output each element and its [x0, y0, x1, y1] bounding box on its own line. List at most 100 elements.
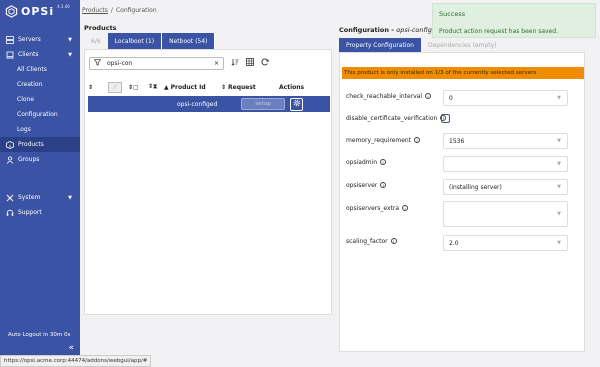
opsiserver-select[interactable]: (installing server) ▼	[443, 179, 568, 195]
breadcrumb-products-link[interactable]: Products	[82, 7, 108, 14]
gear-icon	[293, 99, 301, 109]
tab-localboot[interactable]: Localboot (1)	[107, 33, 163, 49]
property-label-text: memory_requirement	[346, 136, 412, 144]
tab-dependencies[interactable]: Dependencies (empty)	[421, 38, 504, 52]
chevron-down-icon: ▼	[68, 36, 72, 43]
sidebar-item-products[interactable]: Products	[0, 137, 80, 152]
product-id-cell: opsi-configed	[177, 100, 218, 108]
chevron-down-icon: ▼	[557, 138, 561, 144]
sidebar-item-label: Servers	[18, 36, 41, 43]
server-icon	[6, 35, 14, 44]
search-value: opsi-con	[107, 59, 133, 67]
toast-title: Success	[439, 10, 466, 18]
breadcrumb-current: Configuration	[115, 6, 157, 14]
sidebar-subitem-clone[interactable]: Clone	[0, 92, 80, 107]
column-request[interactable]: ⇕ Request	[221, 84, 279, 91]
refresh-icon[interactable]	[261, 58, 269, 68]
sidebar-item-servers[interactable]: Servers ▼	[0, 32, 80, 47]
scaling-factor-select[interactable]: 2.0 ▼	[443, 235, 568, 251]
info-icon[interactable]: i	[402, 205, 409, 211]
sort-icon[interactable]	[231, 58, 239, 68]
configuration-title: Configuration - opsi-configed	[339, 26, 440, 34]
browser-status-url: https://opsi.acme.corp:44474/addons/webg…	[0, 355, 152, 367]
double-chevron-left-icon: «	[68, 343, 74, 353]
action-request-select[interactable]: setup	[241, 98, 285, 110]
property-label-text: scaling_factor	[346, 237, 388, 245]
product-settings-button[interactable]	[290, 97, 303, 111]
property-label-text: opsiadmin	[346, 158, 378, 166]
chevron-down-icon: ▼	[557, 240, 561, 246]
sidebar-item-groups[interactable]: Groups	[0, 152, 80, 167]
depot-tabs: 6/6 Localboot (1) Netboot (54)	[84, 33, 216, 49]
property-value: 0	[449, 94, 453, 102]
sort-arrows-icon: ⇕	[221, 83, 227, 91]
sort-asc-icon: ▲	[164, 83, 169, 91]
column-product-id[interactable]: ▲ Product Id	[164, 84, 221, 91]
property-label: opsiserver i	[346, 180, 387, 190]
info-icon[interactable]: i	[380, 159, 387, 165]
product-search-input[interactable]: opsi-con ×	[89, 56, 224, 70]
sidebar-subitem-creation[interactable]: Creation	[0, 77, 80, 92]
info-icon[interactable]: i	[414, 137, 421, 143]
table-row[interactable]: opsi-configed setup	[88, 96, 330, 112]
select-all-checkbox[interactable]: ⁄	[108, 81, 122, 93]
products-title: Products	[84, 24, 117, 32]
opsi-logo-icon	[5, 4, 18, 18]
sort-arrows-icon[interactable]: ⇕	[88, 84, 108, 91]
sidebar-subitem-configuration[interactable]: Configuration	[0, 107, 80, 122]
success-toast[interactable]: Success Product action request has been …	[432, 3, 596, 38]
sidebar-item-label: System	[18, 194, 41, 201]
chevron-down-icon: ▼	[557, 161, 561, 167]
autologout-timer: Auto Logout in 30m 0s	[8, 332, 71, 338]
products-table-panel: opsi-con × ⇕ ⁄ ⇕▢ ⇕⧗ ▲ Product Id ⇕ Requ…	[84, 49, 332, 315]
memory-requirement-select[interactable]: 1536 ▼	[443, 133, 568, 149]
disable-certificate-verification-checkbox[interactable]	[441, 114, 450, 123]
action-result-column-icon[interactable]: ⇕⧗	[148, 83, 164, 91]
info-icon[interactable]: i	[390, 238, 397, 244]
toast-message: Product action request has been saved.	[439, 28, 558, 35]
box-icon	[6, 140, 14, 149]
chevron-down-icon: ▼	[557, 95, 561, 101]
table-columns-icon[interactable]	[246, 58, 254, 68]
sidebar-subitem-all-clients[interactable]: All Clients	[0, 62, 80, 77]
info-icon[interactable]: i	[425, 93, 432, 99]
chevron-down-icon: ▼	[68, 194, 72, 201]
property-value: (installing server)	[449, 183, 502, 191]
clear-search-icon[interactable]: ×	[214, 60, 219, 67]
chevron-down-icon: ▼	[557, 211, 561, 217]
opsiadmin-select[interactable]: ▼	[443, 156, 568, 172]
breadcrumb-separator: /	[110, 6, 113, 14]
opsiservers-extra-select[interactable]: ▼	[443, 201, 568, 227]
property-value: 1536	[449, 137, 465, 145]
tab-depots[interactable]: 6/6	[84, 33, 108, 49]
sidebar-item-system[interactable]: System ▼	[0, 190, 80, 205]
brand: OPSi 4.3.46	[0, 0, 80, 22]
sidebar-item-label: Support	[18, 209, 42, 216]
tools-icon	[6, 194, 14, 202]
property-value: 2.0	[449, 239, 459, 247]
property-label: opsiservers_extra i	[346, 203, 409, 213]
headset-icon	[6, 209, 14, 217]
info-icon[interactable]: i	[380, 182, 387, 188]
collapse-sidebar-button[interactable]: «	[0, 341, 80, 355]
brand-version: 4.3.46	[57, 4, 70, 9]
chevron-down-icon: ▼	[68, 51, 72, 58]
installed-column-icon[interactable]: ⇕▢	[128, 84, 148, 91]
configuration-title-label: Configuration -	[339, 26, 394, 34]
sidebar-item-support[interactable]: Support	[0, 205, 80, 220]
property-label: disable_certificate_verification i	[346, 113, 447, 123]
property-label: check_reachable_interval i	[346, 91, 432, 101]
sidebar-item-label: Clients	[18, 51, 39, 58]
filter-icon	[93, 58, 102, 68]
sidebar-item-clients[interactable]: Clients ▼	[0, 47, 80, 62]
property-label: opsiadmin i	[346, 157, 387, 167]
laptop-icon	[6, 51, 14, 59]
tab-netboot[interactable]: Netboot (54)	[162, 33, 216, 49]
check-reachable-interval-select[interactable]: 0 ▼	[443, 90, 568, 106]
sidebar-subitem-logs[interactable]: Logs	[0, 122, 80, 137]
sidebar: OPSi 4.3.46 Servers ▼ Clients ▼ All Clie…	[0, 0, 80, 355]
column-request-label: Request	[228, 83, 256, 91]
brand-name: OPSi	[21, 4, 55, 18]
sidebar-item-label: Products	[18, 141, 44, 148]
tab-property-configuration[interactable]: Property Configuration	[339, 38, 421, 52]
